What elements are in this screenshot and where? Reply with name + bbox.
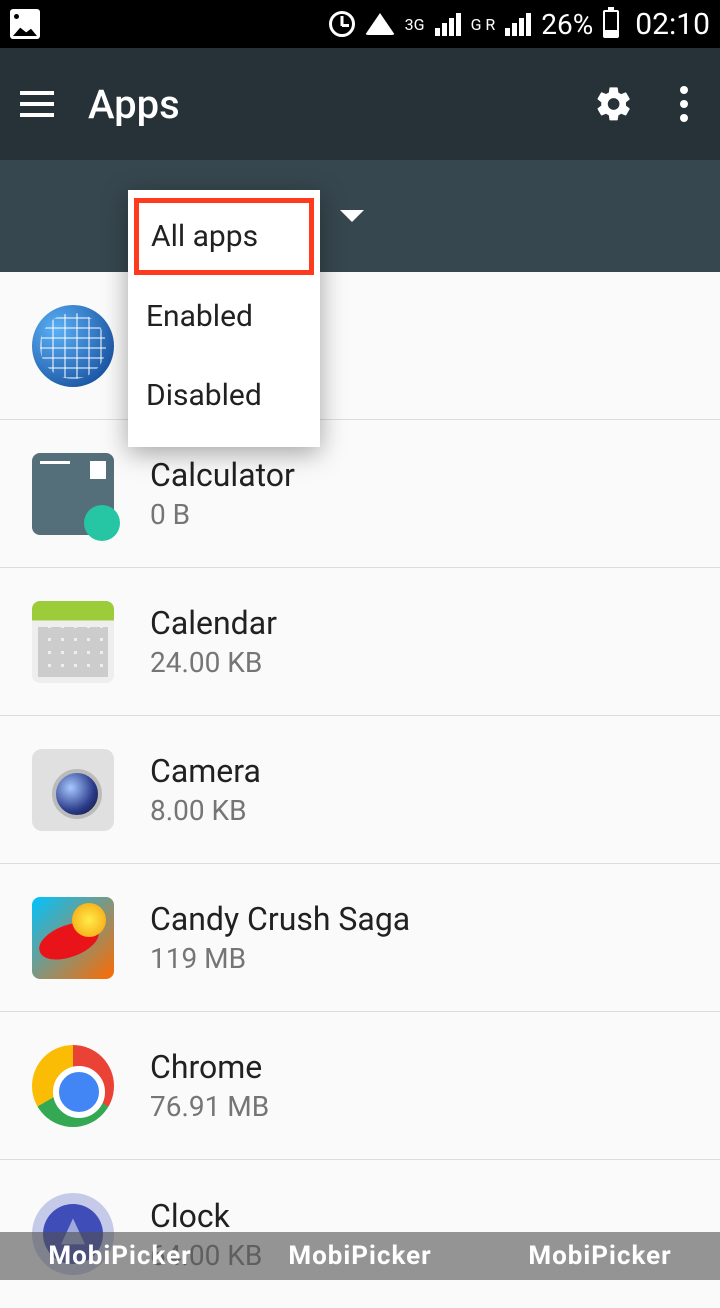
filter-option-enabled[interactable]: Enabled bbox=[128, 277, 320, 356]
list-item[interactable]: Candy Crush Saga 119 MB bbox=[0, 864, 720, 1012]
calculator-app-icon bbox=[32, 453, 114, 535]
filter-option-all[interactable]: All apps bbox=[134, 198, 314, 275]
network2-label: G R bbox=[471, 15, 496, 34]
app-name: Calculator bbox=[150, 456, 295, 494]
alarm-icon bbox=[329, 11, 355, 37]
list-item[interactable]: Camera 8.00 KB bbox=[0, 716, 720, 864]
list-item[interactable]: Calculator 0 B bbox=[0, 420, 720, 568]
watermark-text: MobiPicker bbox=[288, 1241, 431, 1271]
chevron-down-icon bbox=[340, 210, 364, 222]
signal-bars-1-icon bbox=[435, 13, 461, 36]
hamburger-menu-icon[interactable] bbox=[20, 91, 54, 117]
app-name: Camera bbox=[150, 752, 261, 790]
network1-label: 3G bbox=[405, 15, 425, 34]
app-size: 119 MB bbox=[150, 942, 410, 975]
status-bar: 3G G R 26% 02:10 bbox=[0, 0, 720, 48]
battery-percent: 26% bbox=[541, 8, 593, 41]
app-list: Browser Calculator 0 B Calendar 24.00 KB… bbox=[0, 272, 720, 1308]
calendar-app-icon bbox=[32, 601, 114, 683]
clock-time: 02:10 bbox=[635, 7, 710, 42]
app-size: 76.91 MB bbox=[150, 1090, 269, 1123]
page-title: Apps bbox=[88, 81, 560, 128]
candy-crush-app-icon bbox=[32, 897, 114, 979]
watermark: MobiPicker MobiPicker MobiPicker bbox=[0, 1232, 720, 1280]
signal-bars-2-icon bbox=[505, 13, 531, 36]
battery-icon bbox=[603, 10, 619, 38]
app-size: 24.00 KB bbox=[150, 646, 277, 679]
watermark-text: MobiPicker bbox=[528, 1241, 671, 1271]
app-size: 8.00 KB bbox=[150, 794, 261, 827]
app-name: Clock bbox=[150, 1197, 262, 1235]
app-name: Candy Crush Saga bbox=[150, 900, 410, 938]
list-item[interactable]: Chrome 76.91 MB bbox=[0, 1012, 720, 1160]
watermark-text: MobiPicker bbox=[48, 1241, 191, 1271]
chrome-app-icon bbox=[32, 1045, 114, 1127]
camera-app-icon bbox=[32, 749, 114, 831]
image-notification-icon bbox=[10, 9, 40, 39]
filter-option-disabled[interactable]: Disabled bbox=[128, 356, 320, 435]
settings-gear-icon[interactable] bbox=[594, 84, 634, 124]
wifi-icon bbox=[365, 13, 395, 35]
app-name: Calendar bbox=[150, 604, 277, 642]
list-item[interactable]: Calendar 24.00 KB bbox=[0, 568, 720, 716]
app-size: 0 B bbox=[150, 498, 295, 531]
list-item[interactable]: Browser bbox=[0, 272, 720, 420]
overflow-menu-icon[interactable] bbox=[668, 86, 700, 122]
browser-app-icon bbox=[32, 305, 114, 387]
filter-bar[interactable] bbox=[0, 160, 720, 272]
app-name: Chrome bbox=[150, 1048, 269, 1086]
filter-dropdown: All apps Enabled Disabled bbox=[128, 190, 320, 447]
app-toolbar: Apps bbox=[0, 48, 720, 160]
